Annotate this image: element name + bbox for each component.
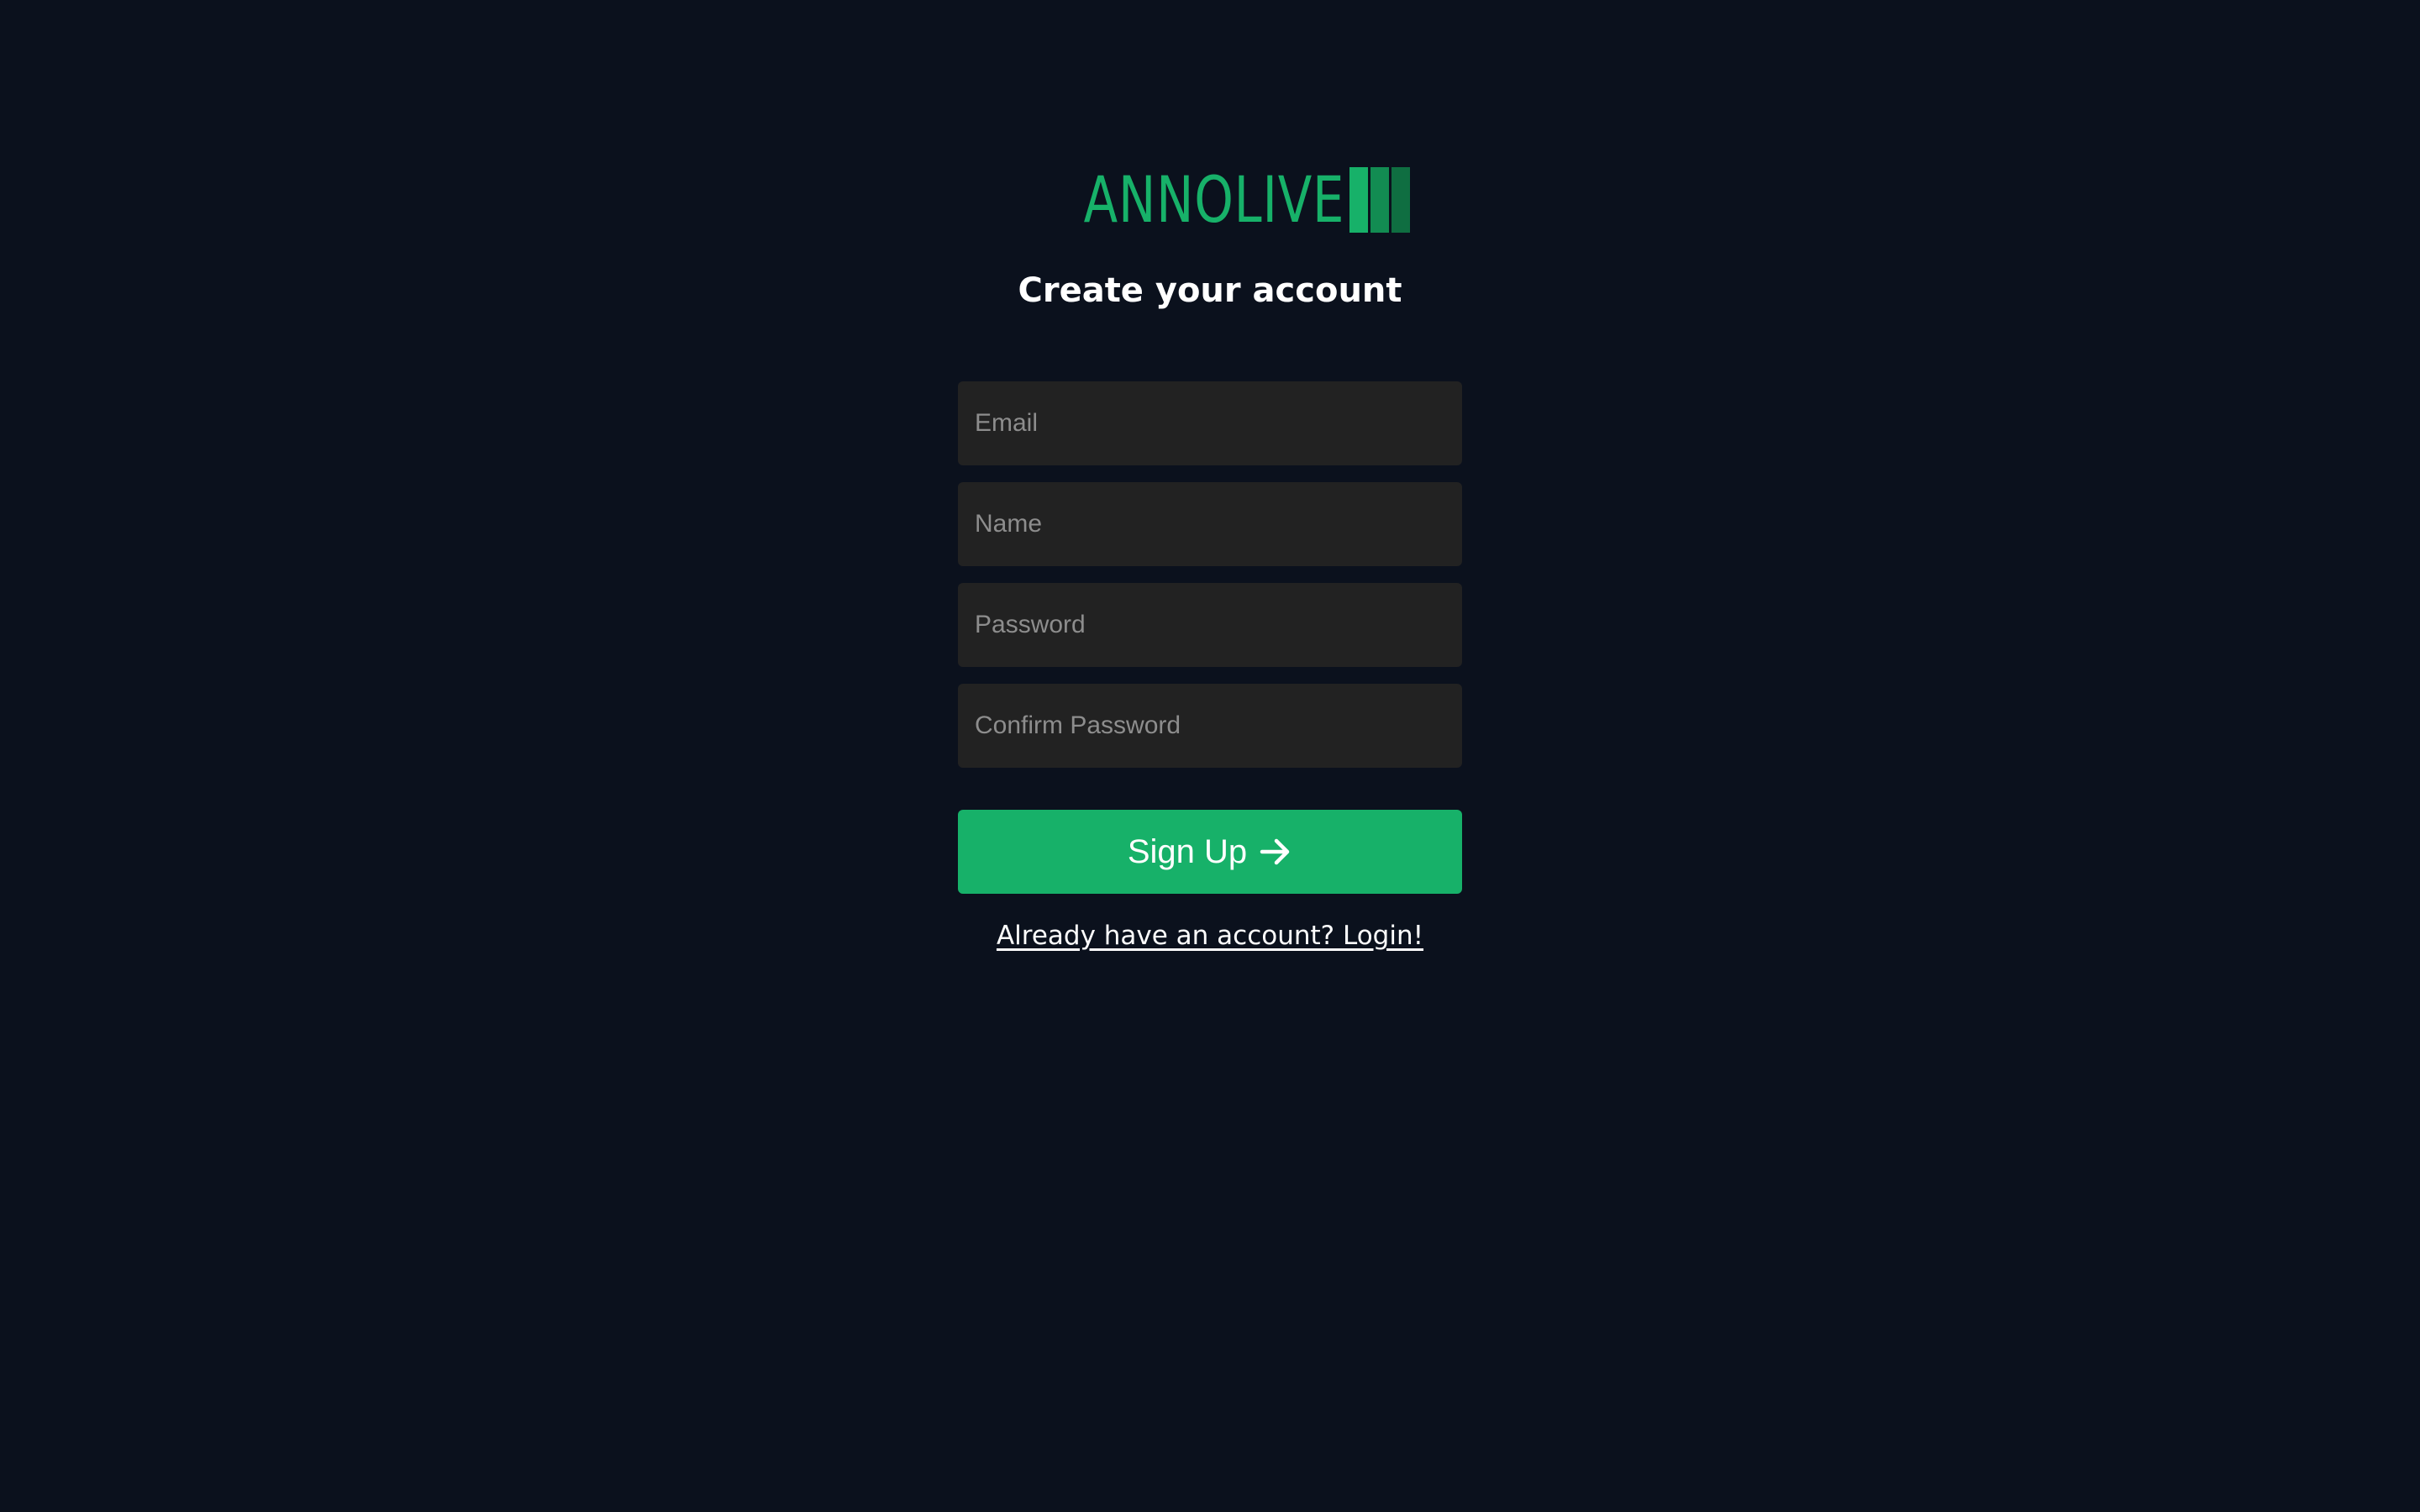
confirm-password-field[interactable]: [958, 684, 1462, 768]
arrow-right-icon: [1260, 838, 1290, 865]
logo-bar: [1392, 167, 1411, 233]
login-link[interactable]: Already have an account? Login!: [997, 921, 1423, 951]
brand-logo: ANNOLIVE: [0, 164, 2420, 236]
password-field[interactable]: [958, 583, 1462, 667]
brand-name: ANNOLIVE: [1083, 162, 1345, 237]
email-field[interactable]: [958, 381, 1462, 465]
three-bars-icon: [1349, 167, 1411, 233]
logo-bar: [1349, 167, 1369, 233]
page-title: Create your account: [1018, 271, 1402, 310]
signup-page: ANNOLIVE Create your account Sign Up Alr…: [0, 0, 2420, 1512]
sign-up-button[interactable]: Sign Up: [958, 810, 1462, 894]
sign-up-label: Sign Up: [1127, 832, 1248, 870]
brand-logo-inner: ANNOLIVE: [1010, 162, 1411, 237]
login-link-container: Already have an account? Login!: [0, 917, 2420, 954]
name-field[interactable]: [958, 482, 1462, 566]
logo-bar: [1370, 167, 1390, 233]
